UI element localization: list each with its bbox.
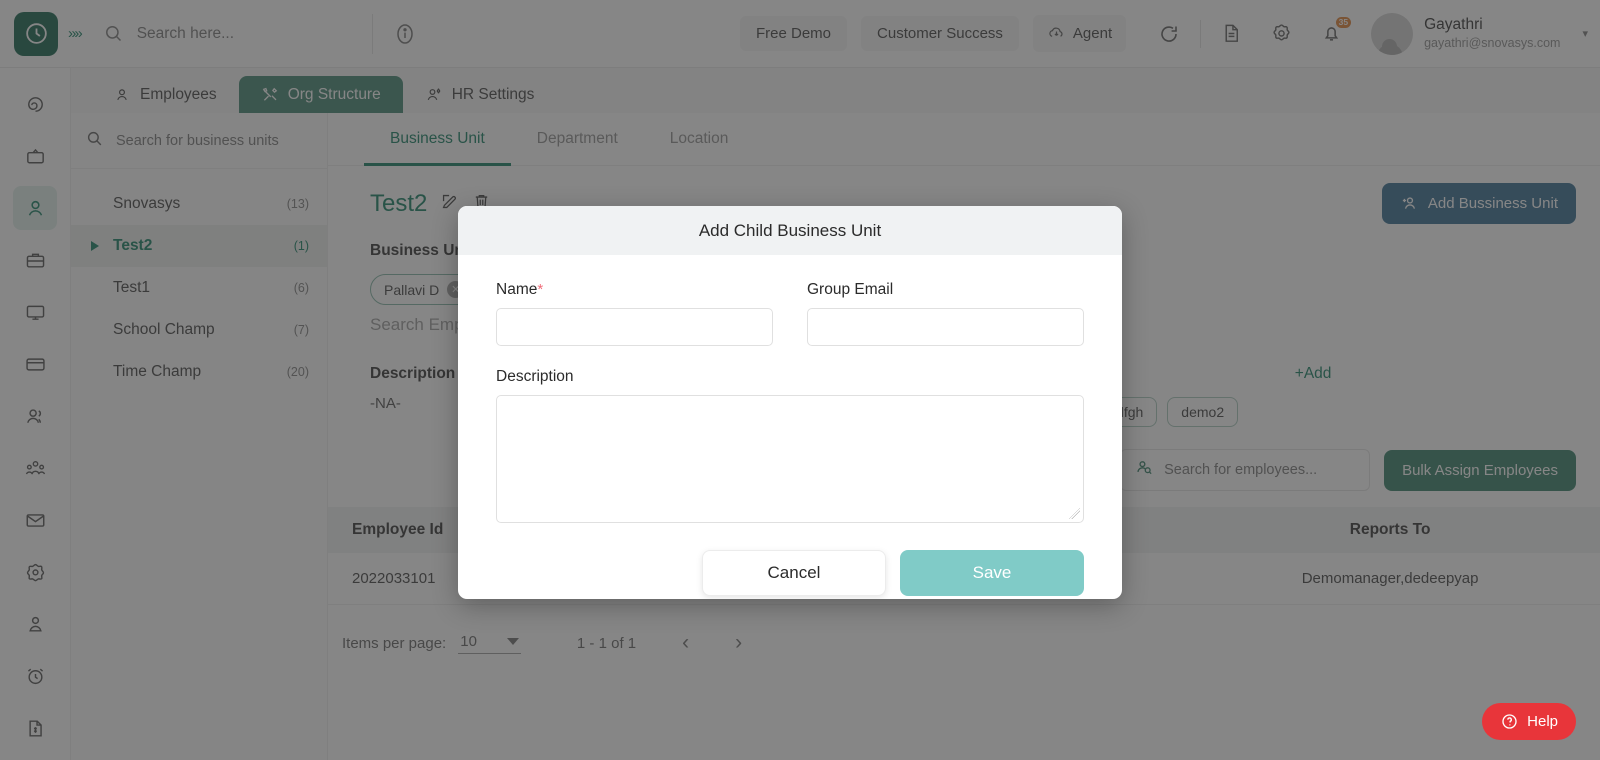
required-mark: * bbox=[537, 281, 544, 298]
question-circle-icon bbox=[1502, 714, 1517, 729]
group-email-input[interactable] bbox=[807, 308, 1084, 346]
help-button[interactable]: Help bbox=[1482, 703, 1576, 740]
name-label-text: Name bbox=[496, 281, 538, 298]
dialog-title: Add Child Business Unit bbox=[458, 206, 1122, 255]
help-label: Help bbox=[1527, 713, 1558, 730]
app-root: »» Free Demo Customer Success bbox=[0, 0, 1600, 760]
cancel-button[interactable]: Cancel bbox=[702, 550, 886, 596]
name-label: Name* bbox=[496, 281, 773, 299]
description-field-group: Description bbox=[496, 368, 1084, 528]
add-child-business-unit-dialog: Add Child Business Unit Name* Group Emai… bbox=[458, 206, 1122, 599]
dialog-body: Name* Group Email Description bbox=[458, 255, 1122, 528]
name-field-group: Name* bbox=[496, 281, 773, 346]
group-email-label: Group Email bbox=[807, 281, 894, 298]
name-input[interactable] bbox=[496, 308, 773, 346]
dialog-description-label: Description bbox=[496, 368, 574, 385]
save-button[interactable]: Save bbox=[900, 550, 1084, 596]
description-textarea[interactable] bbox=[496, 395, 1084, 523]
group-email-field-group: Group Email bbox=[807, 281, 1084, 346]
dialog-row-1: Name* Group Email bbox=[496, 281, 1084, 346]
dialog-actions: Cancel Save bbox=[458, 528, 1122, 596]
